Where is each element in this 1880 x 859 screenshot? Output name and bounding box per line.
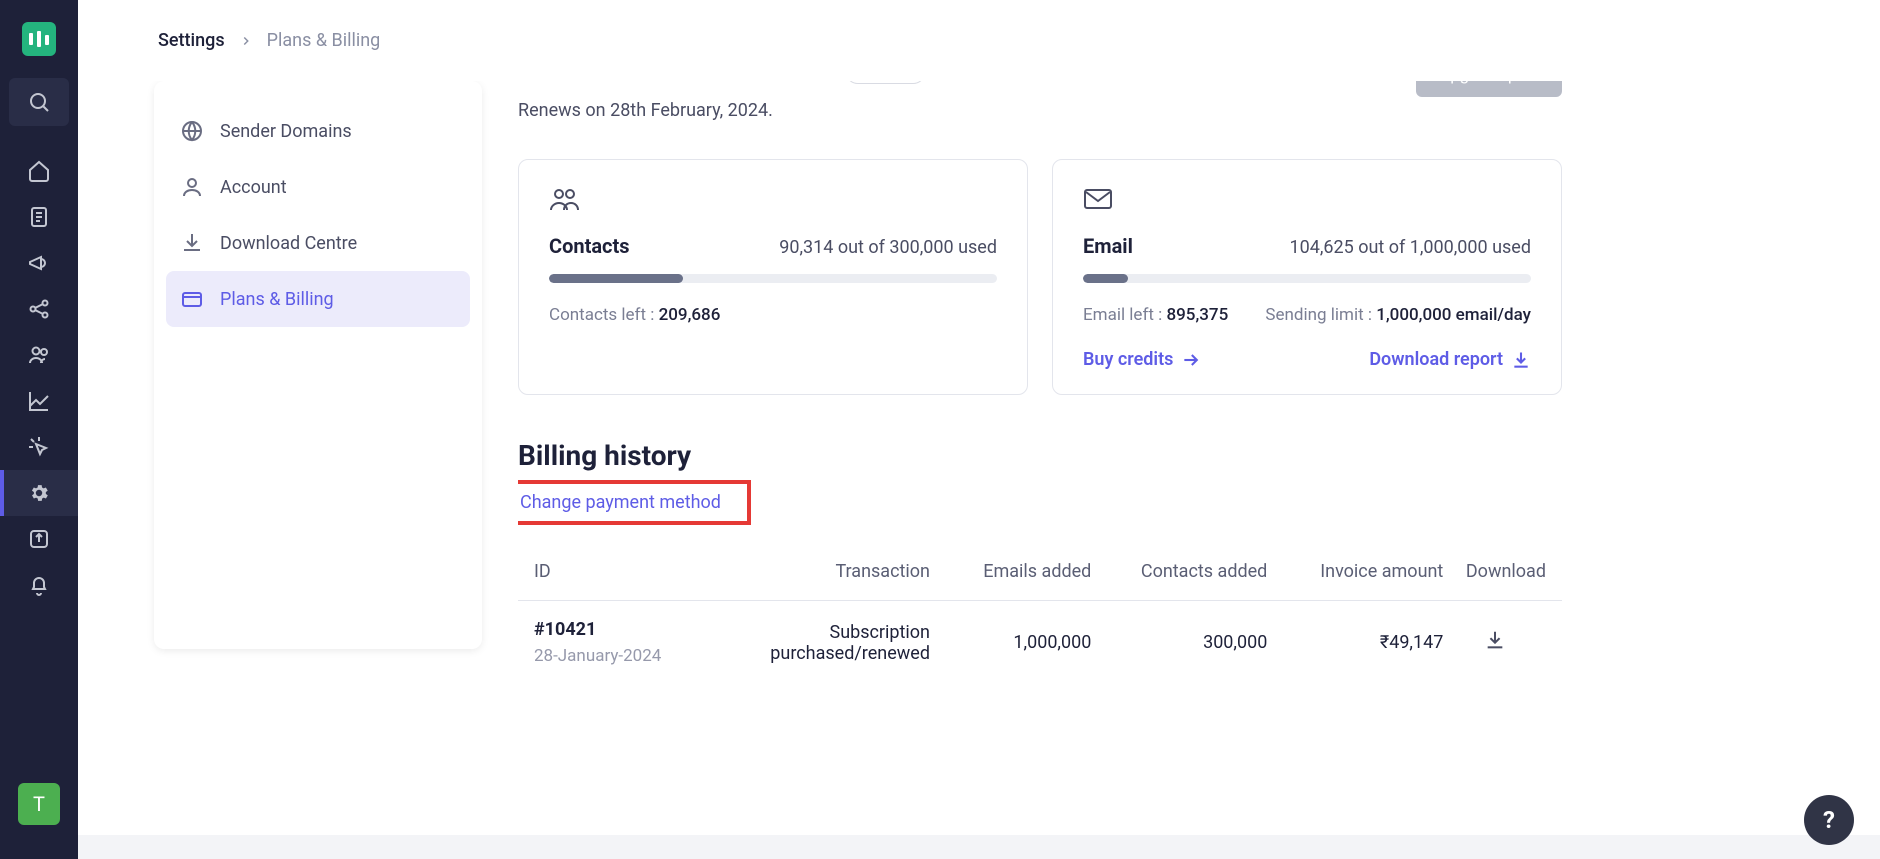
buy-credits-link[interactable]: Buy credits <box>1083 349 1201 370</box>
billing-content: Current Plan : Platinum Active Renews on… <box>518 81 1578 859</box>
sidebar-item-download-centre[interactable]: Download Centre <box>166 215 470 271</box>
nav-search-button[interactable] <box>9 78 69 126</box>
help-icon: ? <box>1823 806 1835 834</box>
person-icon <box>180 175 204 199</box>
nav-templates[interactable] <box>0 194 78 240</box>
nav-notifications[interactable] <box>0 562 78 608</box>
invoice-id: #10421 <box>534 619 739 640</box>
settings-sidebar: Sender Domains Account Download Centre <box>154 81 482 649</box>
emails-added-value: 1,000,000 <box>930 632 1091 653</box>
table-row: #10421 28-January-2024 Subscription purc… <box>518 601 1562 684</box>
people-icon <box>27 343 51 367</box>
nav-home[interactable] <box>0 148 78 194</box>
app-logo[interactable] <box>22 22 56 56</box>
col-download: Download <box>1443 561 1546 582</box>
nav-contacts[interactable] <box>0 332 78 378</box>
col-transaction: Transaction <box>739 561 930 582</box>
email-card: Email 104,625 out of 1,000,000 used Emai… <box>1052 159 1562 395</box>
plan-title-row: Current Plan : Platinum Active <box>518 81 926 88</box>
search-icon <box>27 90 51 114</box>
billing-table: ID Transaction Emails added Contacts add… <box>518 543 1562 684</box>
breadcrumb-root[interactable]: Settings <box>158 30 225 51</box>
breadcrumb-current: Plans & Billing <box>267 30 381 51</box>
contacts-left: Contacts left : 209,686 <box>549 305 720 325</box>
share-icon <box>27 297 51 321</box>
sidebar-item-label: Sender Domains <box>220 121 352 142</box>
download-icon <box>1484 629 1506 651</box>
nav-campaigns[interactable] <box>0 240 78 286</box>
sidebar-item-label: Plans & Billing <box>220 289 334 310</box>
plan-title: Current Plan : Platinum <box>518 81 831 88</box>
sidebar-item-sender-domains[interactable]: Sender Domains <box>166 103 470 159</box>
renewal-text: Renews on 28th February, 2024. <box>518 100 926 121</box>
chevron-right-icon <box>239 34 253 48</box>
widget-icon <box>27 527 51 551</box>
contacts-progress <box>549 274 997 283</box>
contacts-card: Contacts 90,314 out of 300,000 used Cont… <box>518 159 1028 395</box>
col-emails-added: Emails added <box>930 561 1091 582</box>
nav-share[interactable] <box>0 286 78 332</box>
credit-card-icon <box>180 287 204 311</box>
megaphone-icon <box>27 251 51 275</box>
sidebar-item-label: Download Centre <box>220 233 357 254</box>
billing-history-title: Billing history <box>518 439 1562 472</box>
email-left: Email left : 895,375 <box>1083 305 1228 325</box>
transaction-text: Subscription purchased/renewed <box>739 622 930 664</box>
breadcrumb: Settings Plans & Billing <box>78 0 1880 81</box>
document-icon <box>27 205 51 229</box>
invoice-date: 28-January-2024 <box>534 646 739 666</box>
nav-analytics[interactable] <box>0 378 78 424</box>
people-icon <box>549 186 997 216</box>
nav-settings[interactable] <box>0 470 78 516</box>
email-usage: 104,625 out of 1,000,000 used <box>1289 237 1531 258</box>
home-icon <box>27 159 51 183</box>
table-header: ID Transaction Emails added Contacts add… <box>518 543 1562 601</box>
col-contacts-added: Contacts added <box>1091 561 1267 582</box>
nav-rail: T <box>0 0 78 859</box>
contacts-progress-fill <box>549 274 683 283</box>
chart-icon <box>27 389 51 413</box>
user-avatar[interactable]: T <box>18 783 60 825</box>
change-payment-highlight: Change payment method <box>518 480 751 525</box>
download-invoice-button[interactable] <box>1484 629 1506 656</box>
download-icon <box>1511 350 1531 370</box>
invoice-amount-value: ₹49,147 <box>1267 632 1443 653</box>
email-label: Email <box>1083 234 1133 258</box>
bell-icon <box>27 573 51 597</box>
avatar-letter: T <box>33 792 45 816</box>
contacts-label: Contacts <box>549 234 630 258</box>
globe-icon <box>180 119 204 143</box>
contacts-added-value: 300,000 <box>1091 632 1267 653</box>
col-invoice-amount: Invoice amount <box>1267 561 1443 582</box>
arrow-right-icon <box>1181 350 1201 370</box>
email-progress-fill <box>1083 274 1128 283</box>
download-report-link[interactable]: Download report <box>1369 349 1531 370</box>
cursor-click-icon <box>27 435 51 459</box>
email-icon <box>1083 186 1531 216</box>
sidebar-item-account[interactable]: Account <box>166 159 470 215</box>
change-payment-method-link[interactable]: Change payment method <box>520 492 721 513</box>
sidebar-item-plans-billing[interactable]: Plans & Billing <box>166 271 470 327</box>
nav-automation[interactable] <box>0 424 78 470</box>
download-icon <box>180 231 204 255</box>
col-id: ID <box>534 561 739 582</box>
email-progress <box>1083 274 1531 283</box>
upgrade-plan-button[interactable]: Upgrade plan <box>1416 81 1562 97</box>
status-badge: Active <box>845 81 925 84</box>
nav-integrations[interactable] <box>0 516 78 562</box>
contacts-usage: 90,314 out of 300,000 used <box>779 237 997 258</box>
sending-limit: Sending limit : 1,000,000 email/day <box>1265 305 1531 325</box>
sidebar-item-label: Account <box>220 177 287 198</box>
help-button[interactable]: ? <box>1804 795 1854 845</box>
gear-icon <box>28 482 50 504</box>
footer-strip <box>78 835 1880 859</box>
